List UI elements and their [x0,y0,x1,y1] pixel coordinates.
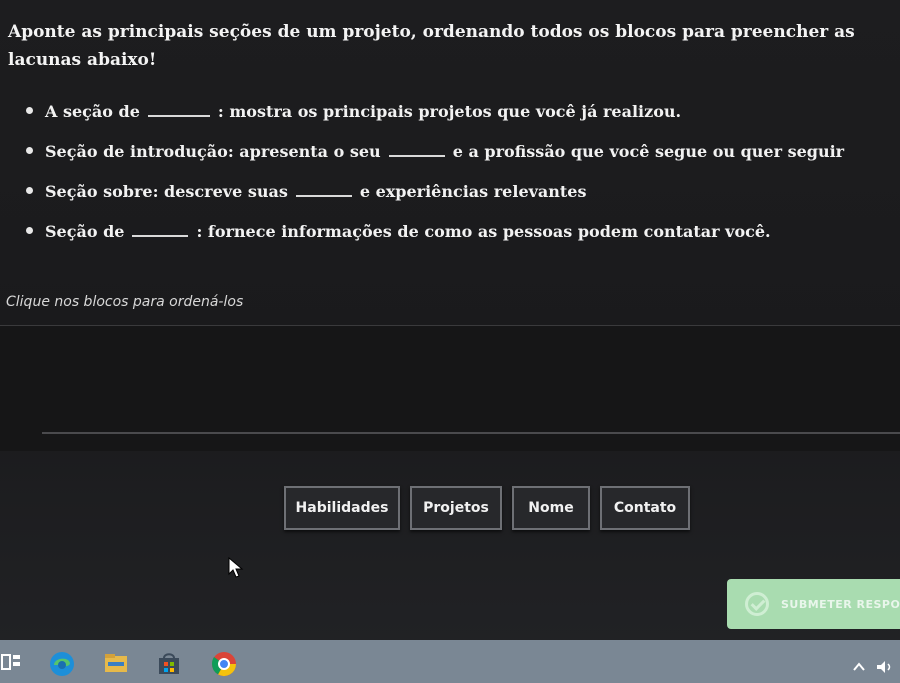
list-item: Seção de introdução: apresenta o seu e a … [26,142,886,182]
bullet-icon [26,227,33,234]
instructions-text: Clique nos blocos para ordená-los [6,294,244,310]
bullet-icon [26,107,33,114]
activity-page: Aponte as principais seções de um projet… [0,0,900,640]
item-text-before: Seção de introdução: apresenta o seu [45,142,381,161]
drop-zone-divider [42,432,900,434]
item-text-before: A seção de [45,102,140,121]
bullet-icon [26,147,33,154]
blank-slot-4[interactable] [132,234,189,237]
fill-in-list: A seção de : mostra os principais projeto… [26,102,886,262]
item-text-before: Seção sobre: descreve suas [45,182,288,201]
task-view-icon[interactable] [0,650,22,674]
list-item: Seção de : fornece informações de como as… [26,222,886,262]
question-text: Aponte as principais seções de um projet… [8,22,855,70]
block-projetos[interactable]: Projetos [410,486,502,530]
list-item: A seção de : mostra os principais projeto… [26,102,886,142]
system-tray [852,660,894,674]
submit-button[interactable]: SUBMETER RESPO [727,579,900,629]
chrome-icon[interactable] [210,650,238,678]
check-circle-icon [745,592,769,616]
block-habilidades[interactable]: Habilidades [284,486,400,530]
item-text-after: : mostra os principais projetos que você… [217,102,682,121]
block-nome[interactable]: Nome [512,486,590,530]
file-explorer-icon[interactable] [102,650,130,676]
mouse-cursor-icon [228,557,244,578]
chevron-up-icon[interactable] [852,660,866,674]
taskbar [0,640,900,683]
volume-icon[interactable] [876,660,894,674]
item-text-after: e a profissão que você segue ou quer seg… [452,142,845,161]
blank-slot-1[interactable] [147,114,210,117]
store-icon[interactable] [155,650,183,678]
word-blocks: Habilidades Projetos Nome Contato [284,486,690,530]
blank-slot-2[interactable] [388,154,445,157]
bullet-icon [26,187,33,194]
list-item: Seção sobre: descreve suas e experiências… [26,182,886,222]
blank-slot-3[interactable] [295,194,352,197]
item-text-after: e experiências relevantes [359,182,587,201]
item-text-before: Seção de [45,222,125,241]
item-text-after: : fornece informações de como as pessoas… [196,222,771,241]
block-contato[interactable]: Contato [600,486,690,530]
submit-label: SUBMETER RESPO [781,597,900,611]
edge-icon[interactable] [48,650,76,678]
